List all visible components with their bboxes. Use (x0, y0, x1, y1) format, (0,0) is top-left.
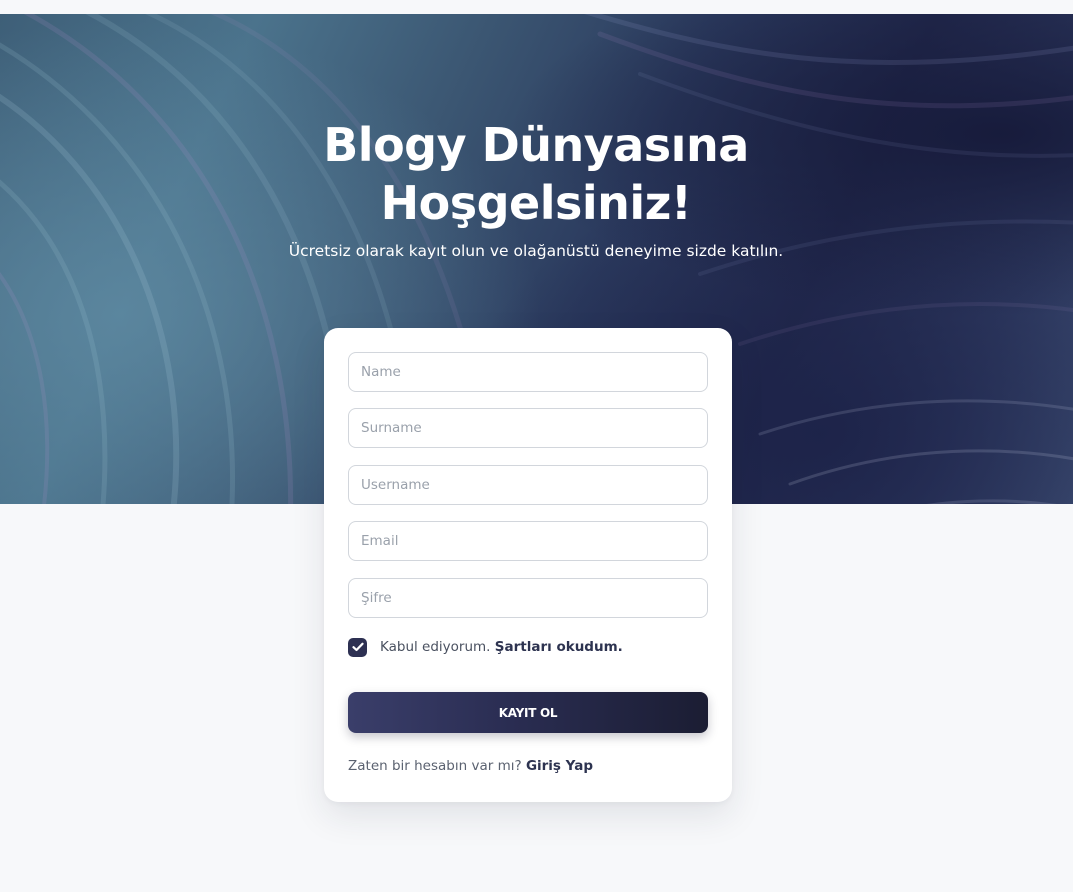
hero-title-line-1: Blogy Dünyasına (323, 118, 749, 172)
register-button[interactable]: KAYIT OL (348, 692, 708, 733)
terms-text: Kabul ediyorum. (380, 639, 491, 655)
terms-row: Kabul ediyorum. Şartları okudum. (348, 637, 623, 657)
login-prompt-text: Zaten bir hesabın var mı? (348, 758, 522, 774)
check-icon (351, 642, 364, 652)
hero-subtitle: Ücretsiz olarak kayıt olun ve olağanüstü… (288, 242, 784, 260)
email-field[interactable] (348, 521, 708, 561)
terms-checkbox[interactable] (348, 637, 367, 657)
name-field[interactable] (348, 352, 708, 392)
terms-label: Kabul ediyorum. Şartları okudum. (380, 639, 623, 655)
login-prompt-row: Zaten bir hesabın var mı? Giriş Yap (348, 758, 593, 774)
signup-page: Blogy Dünyasına Hoşgelsiniz! Ücretsiz ol… (0, 0, 1073, 892)
login-link[interactable]: Giriş Yap (526, 758, 593, 774)
password-field[interactable] (348, 578, 708, 618)
hero-title: Blogy Dünyasına Hoşgelsiniz! (186, 116, 886, 232)
surname-field[interactable] (348, 408, 708, 448)
hero-title-line-2: Hoşgelsiniz! (380, 176, 692, 230)
terms-link[interactable]: Şartları okudum. (495, 639, 623, 655)
username-field[interactable] (348, 465, 708, 505)
signup-card: Kabul ediyorum. Şartları okudum. KAYIT O… (324, 328, 732, 802)
